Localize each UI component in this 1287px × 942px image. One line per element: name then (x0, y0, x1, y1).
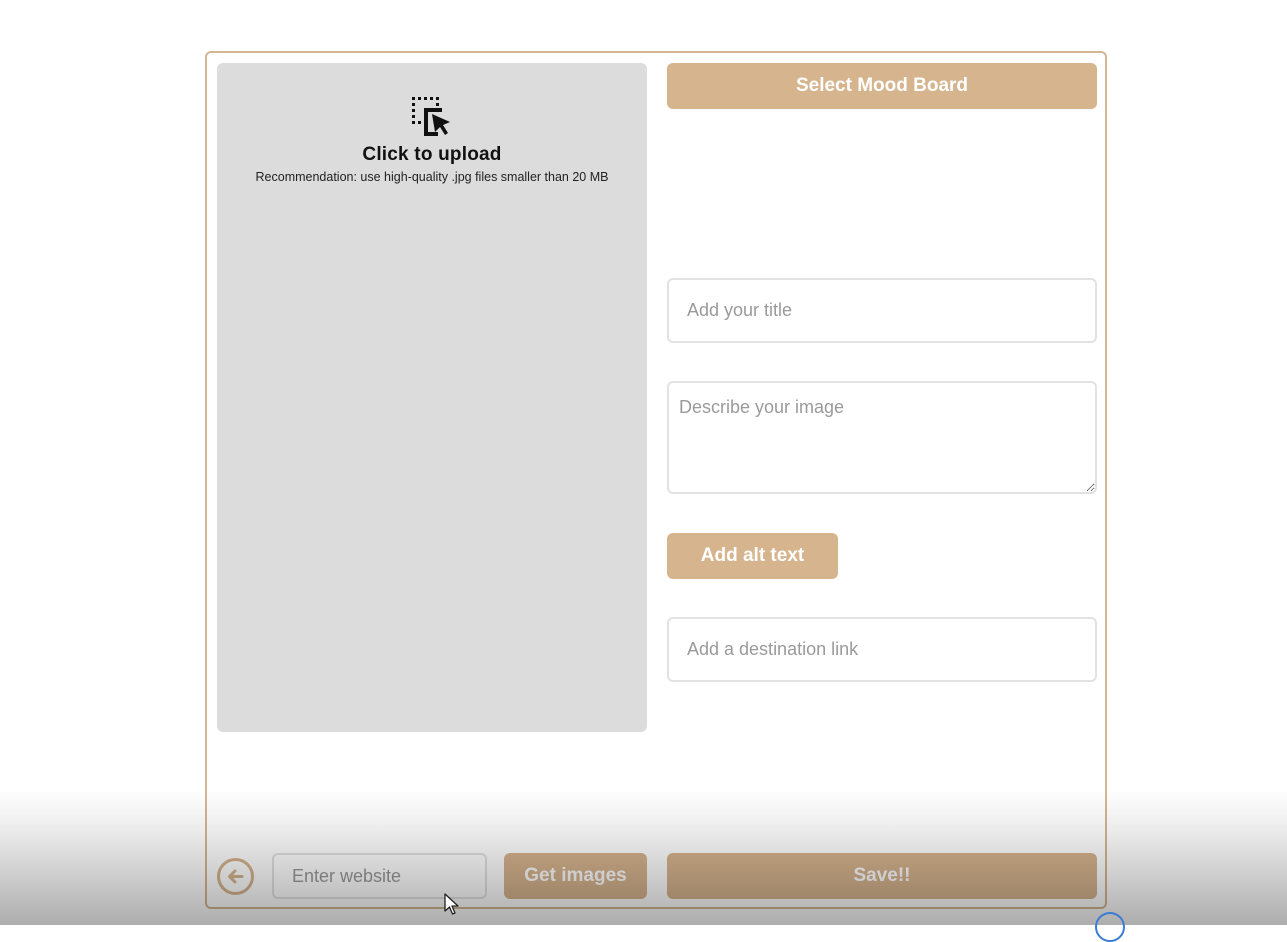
loading-indicator (1095, 912, 1125, 942)
description-textarea[interactable] (667, 381, 1097, 494)
click-select-upload-icon (410, 96, 454, 138)
back-arrow-icon (228, 869, 244, 884)
destination-link-input[interactable] (667, 617, 1097, 682)
title-input[interactable] (667, 278, 1097, 343)
add-alt-text-button[interactable]: Add alt text (667, 533, 838, 579)
select-mood-board-button[interactable]: Select Mood Board (667, 63, 1097, 109)
get-images-button[interactable]: Get images (504, 853, 647, 899)
back-button[interactable] (217, 858, 254, 895)
upload-title: Click to upload (362, 144, 502, 165)
save-button[interactable]: Save!! (667, 853, 1097, 899)
mouse-pointer-icon (444, 893, 462, 922)
upload-recommendation: Recommendation: use high-quality .jpg fi… (255, 170, 609, 184)
